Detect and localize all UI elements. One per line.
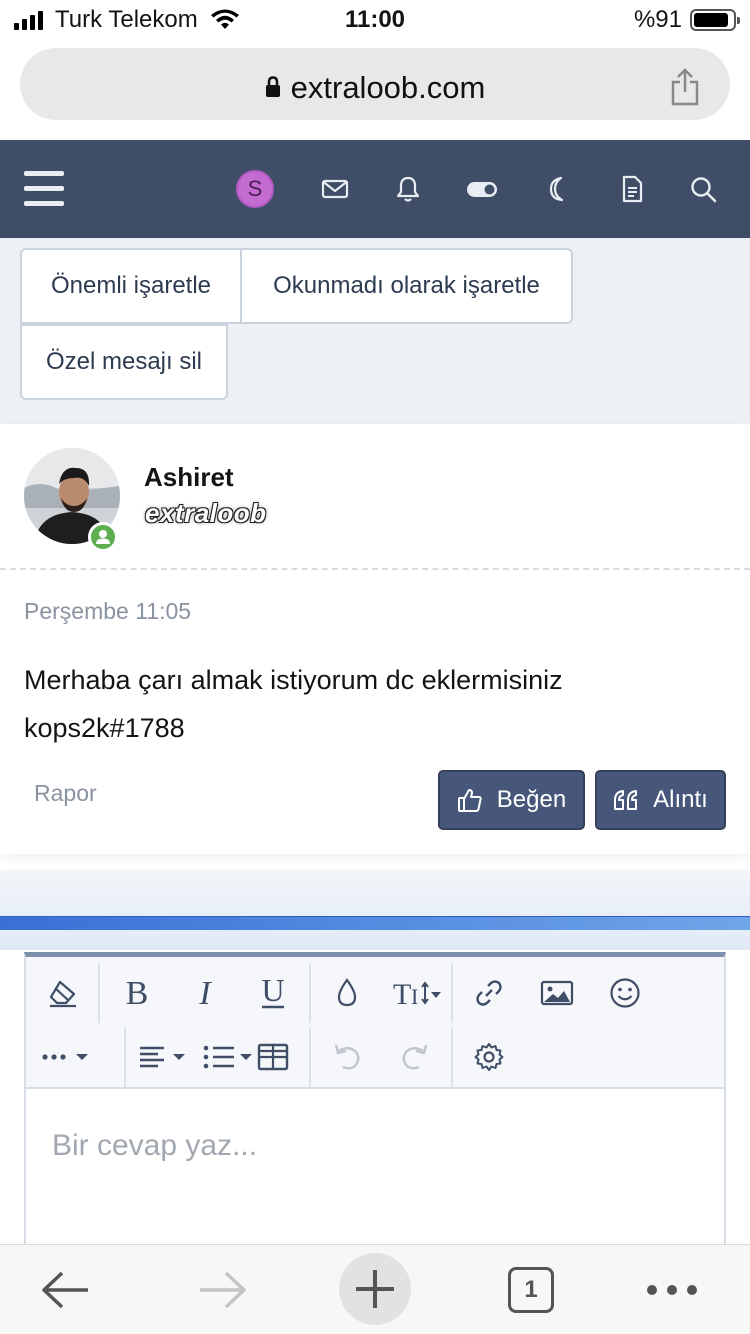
delete-message-label: Özel mesajı sil [45,348,203,375]
lock-icon [265,76,280,97]
loading-bar [0,916,750,930]
new-tab-icon[interactable] [339,1253,411,1325]
report-link[interactable]: Rapor [34,780,97,807]
bold-icon[interactable]: B [113,969,161,1017]
thumbs-up-icon [457,789,482,812]
tabs-icon[interactable]: 1 [507,1255,555,1325]
document-icon[interactable] [617,174,647,204]
author-title: extraloob [145,498,267,528]
more-menu-icon[interactable] [642,1255,702,1325]
like-label: Beğen [496,786,567,813]
quote-icon [614,790,638,810]
back-icon[interactable] [36,1255,96,1325]
message-body: Merhaba çarı almak istiyorum dc eklermis… [24,656,563,752]
svg-text:I: I [198,977,212,1009]
author-name[interactable]: Ashiret [144,462,234,493]
image-icon[interactable] [533,969,581,1017]
mark-unread-label: Okunmadı olarak işaretle [273,272,540,299]
mark-important-button[interactable]: Önemli işaretle [20,248,242,324]
underline-icon[interactable]: U [249,969,297,1017]
color-drop-icon[interactable] [323,969,371,1017]
gear-icon[interactable] [465,1033,513,1081]
delete-message-button[interactable]: Özel mesajı sil [20,324,228,400]
address-bar[interactable]: extraloob.com [20,48,730,120]
site-header: S [0,140,750,238]
browser-address-area: extraloob.com [0,40,750,140]
bell-icon[interactable] [393,174,423,204]
divider [0,568,750,570]
svg-text:B: B [126,977,149,1009]
editor-backdrop [0,870,750,950]
table-icon[interactable] [249,1033,297,1081]
svg-text:U: U [261,976,284,1008]
mark-unread-button[interactable]: Okunmadı olarak işaretle [240,248,573,324]
forward-icon[interactable] [192,1255,252,1325]
conversation-actions: Önemli işaretle Okunmadı olarak işaretle… [0,238,750,424]
svg-text:T: T [393,978,411,1009]
link-icon[interactable] [465,969,513,1017]
browser-toolbar: 1 [0,1244,750,1334]
like-button[interactable]: Beğen [438,770,585,830]
mail-icon[interactable] [320,174,350,204]
moon-icon[interactable] [543,174,573,204]
quote-label: Alıntı [653,786,708,813]
user-avatar[interactable]: S [236,170,274,208]
smiley-icon[interactable] [601,969,649,1017]
message-line: kops2k#1788 [24,713,185,743]
message-date[interactable]: Perşembe 11:05 [24,598,191,625]
menu-icon[interactable] [24,171,64,207]
status-bar: Turk Telekom 11:00 %91 [0,0,750,40]
font-size-icon[interactable]: TI [389,969,445,1017]
message-line: Merhaba çarı almak istiyorum dc eklermis… [24,665,563,695]
share-icon[interactable] [670,68,700,106]
search-icon[interactable] [688,174,718,204]
reply-editor: B I U TI Bir cevap yaz... [24,952,726,1272]
italic-icon[interactable]: I [181,969,229,1017]
tab-count: 1 [508,1267,554,1313]
editor-toolbar: B I U TI [26,957,724,1089]
toggle-icon[interactable] [465,174,499,204]
redo-icon[interactable] [391,1033,439,1081]
message-card: Ashiret extraloob Perşembe 11:05 Merhaba… [0,424,750,854]
mark-important-label: Önemli işaretle [50,272,212,299]
align-icon[interactable] [136,1033,192,1081]
more-options-icon[interactable] [39,1033,95,1081]
battery-icon [690,9,740,31]
online-status-icon [88,522,118,552]
url-text: extraloob.com [290,70,486,105]
clear-format-icon[interactable] [39,969,87,1017]
battery-percent: %91 [633,6,682,33]
undo-icon[interactable] [323,1033,371,1081]
quote-button[interactable]: Alıntı [595,770,726,830]
reply-input[interactable]: Bir cevap yaz... [52,1129,257,1163]
svg-text:I: I [411,984,418,1009]
